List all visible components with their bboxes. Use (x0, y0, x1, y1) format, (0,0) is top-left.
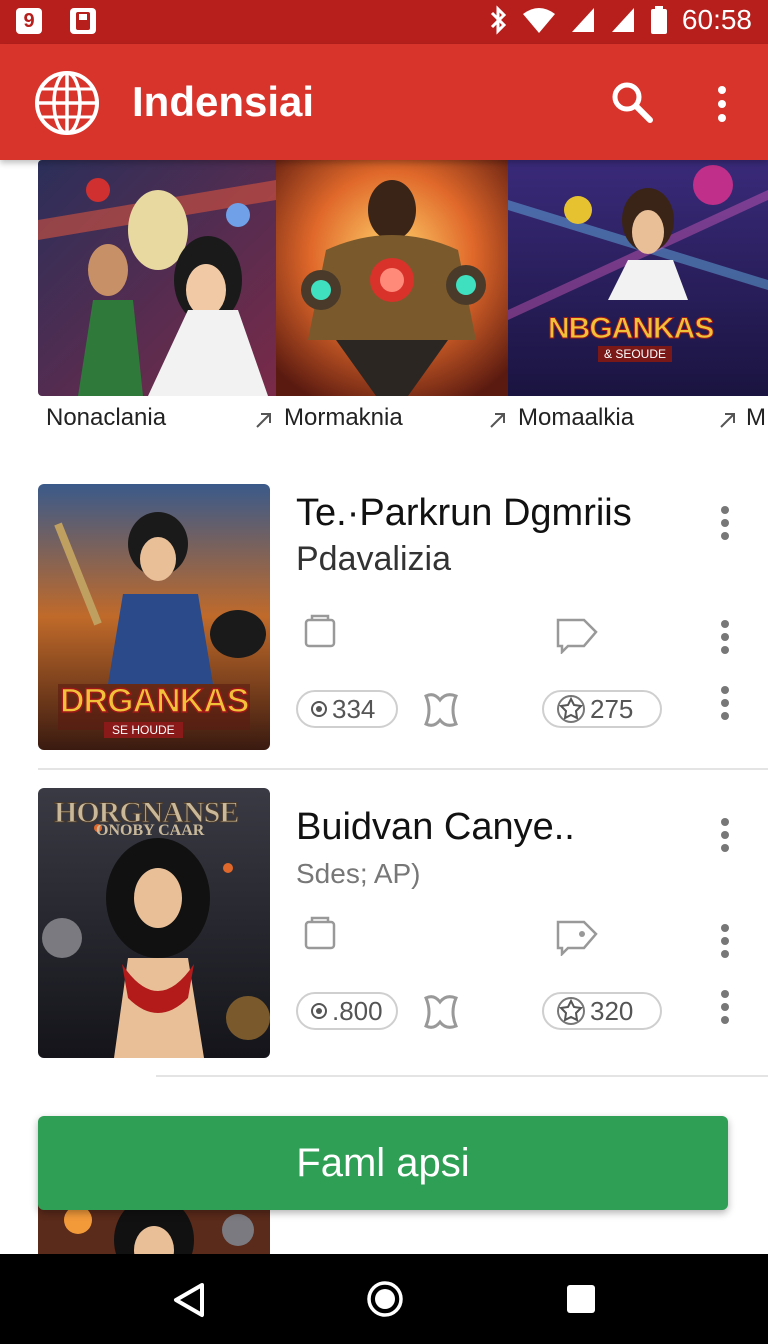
featured-carousel[interactable]: NBGANKAS & SEOUDE (38, 160, 768, 396)
stat-pill-b[interactable]: 275 (542, 690, 662, 728)
find-apps-button[interactable]: Faml apsi (38, 1116, 728, 1210)
cover-subtitle: ONOBY CAAR (96, 822, 205, 839)
coin-icon (311, 1003, 327, 1019)
badge-icon (557, 695, 585, 723)
search-icon[interactable] (610, 80, 654, 124)
tag-icon[interactable] (556, 614, 600, 654)
app-title: Indensiai (132, 78, 315, 125)
globe-icon[interactable] (34, 70, 100, 136)
carousel-label-3[interactable]: Momaalkia (518, 404, 634, 432)
stat-value-a: 334 (332, 693, 376, 724)
carousel-image-2[interactable] (276, 160, 508, 396)
item-overflow-icon[interactable] (721, 990, 729, 1029)
carousel-image-1[interactable] (38, 160, 276, 396)
wifi-icon (522, 8, 555, 33)
bag-icon[interactable] (302, 914, 338, 952)
stat-value-b: 320 (590, 995, 634, 1026)
cover-subtitle: SE HOUDE (104, 722, 183, 738)
bag-icon[interactable] (302, 612, 338, 650)
carousel-banner-sub: & SEOUDE (598, 346, 673, 362)
link-arrow-icon (720, 413, 735, 428)
cover-title: DRGANKAS (59, 681, 250, 721)
list-item[interactable]: HORGNANSE ONOBY CAAR Buidvan Canye.. Sde… (38, 788, 768, 1060)
carousel-label-4[interactable]: M (746, 404, 766, 432)
carousel-banner-title: NBGANKAS (547, 312, 714, 346)
list-item[interactable]: DRGANKAS SE HOUDE Te.·Parkrun Dgmriis Pd… (38, 484, 768, 752)
overflow-menu-icon[interactable] (712, 84, 732, 124)
stat-pill-b[interactable]: 320 (542, 992, 662, 1030)
tag-icon[interactable] (556, 916, 600, 956)
stat-pill-a[interactable]: 334 (296, 690, 398, 728)
navigation-bar (0, 1254, 768, 1344)
carousel-label-2[interactable]: Mormaknia (284, 404, 403, 432)
game-cover[interactable]: HORGNANSE ONOBY CAAR (38, 788, 270, 1058)
signal-icon-2 (611, 8, 634, 32)
home-icon[interactable] (366, 1280, 404, 1318)
coin-icon (311, 701, 327, 717)
signal-icon (571, 8, 594, 32)
bluetooth-icon (490, 5, 507, 35)
item-overflow-icon[interactable] (721, 686, 729, 725)
notification-icon: 9 (16, 8, 42, 34)
back-icon[interactable] (172, 1282, 206, 1318)
status-bar: 9 60:58 (0, 0, 768, 44)
app-bar: Indensiai (0, 44, 768, 160)
item-title[interactable]: Buidvan Canye.. (296, 806, 575, 849)
link-arrow-icon (490, 413, 505, 428)
recents-icon[interactable] (566, 1284, 596, 1314)
clock: 60:58 (681, 4, 752, 35)
carousel-label-1[interactable]: Nonaclania (46, 404, 166, 432)
stat-value-b: 275 (590, 693, 634, 724)
puzzle-icon[interactable] (420, 690, 462, 730)
list-divider (156, 1075, 768, 1077)
list-divider (38, 768, 768, 770)
badge-icon (557, 997, 585, 1025)
item-title[interactable]: Te.·Parkrun Dgmriis (296, 492, 632, 535)
stat-pill-a[interactable]: .800 (296, 992, 398, 1030)
puzzle-icon[interactable] (420, 992, 462, 1032)
sd-card-icon (70, 8, 96, 34)
link-arrow-icon (256, 413, 271, 428)
item-overflow-icon[interactable] (721, 506, 729, 545)
item-subtitle: Sdes; AP) (296, 858, 421, 889)
game-cover[interactable]: DRGANKAS SE HOUDE (38, 484, 270, 750)
item-subtitle: Pdavalizia (296, 540, 451, 578)
item-overflow-icon[interactable] (721, 924, 729, 963)
stat-value-a: .800 (332, 995, 383, 1026)
item-overflow-icon[interactable] (721, 620, 729, 659)
item-overflow-icon[interactable] (721, 818, 729, 857)
battery-icon (650, 6, 667, 34)
